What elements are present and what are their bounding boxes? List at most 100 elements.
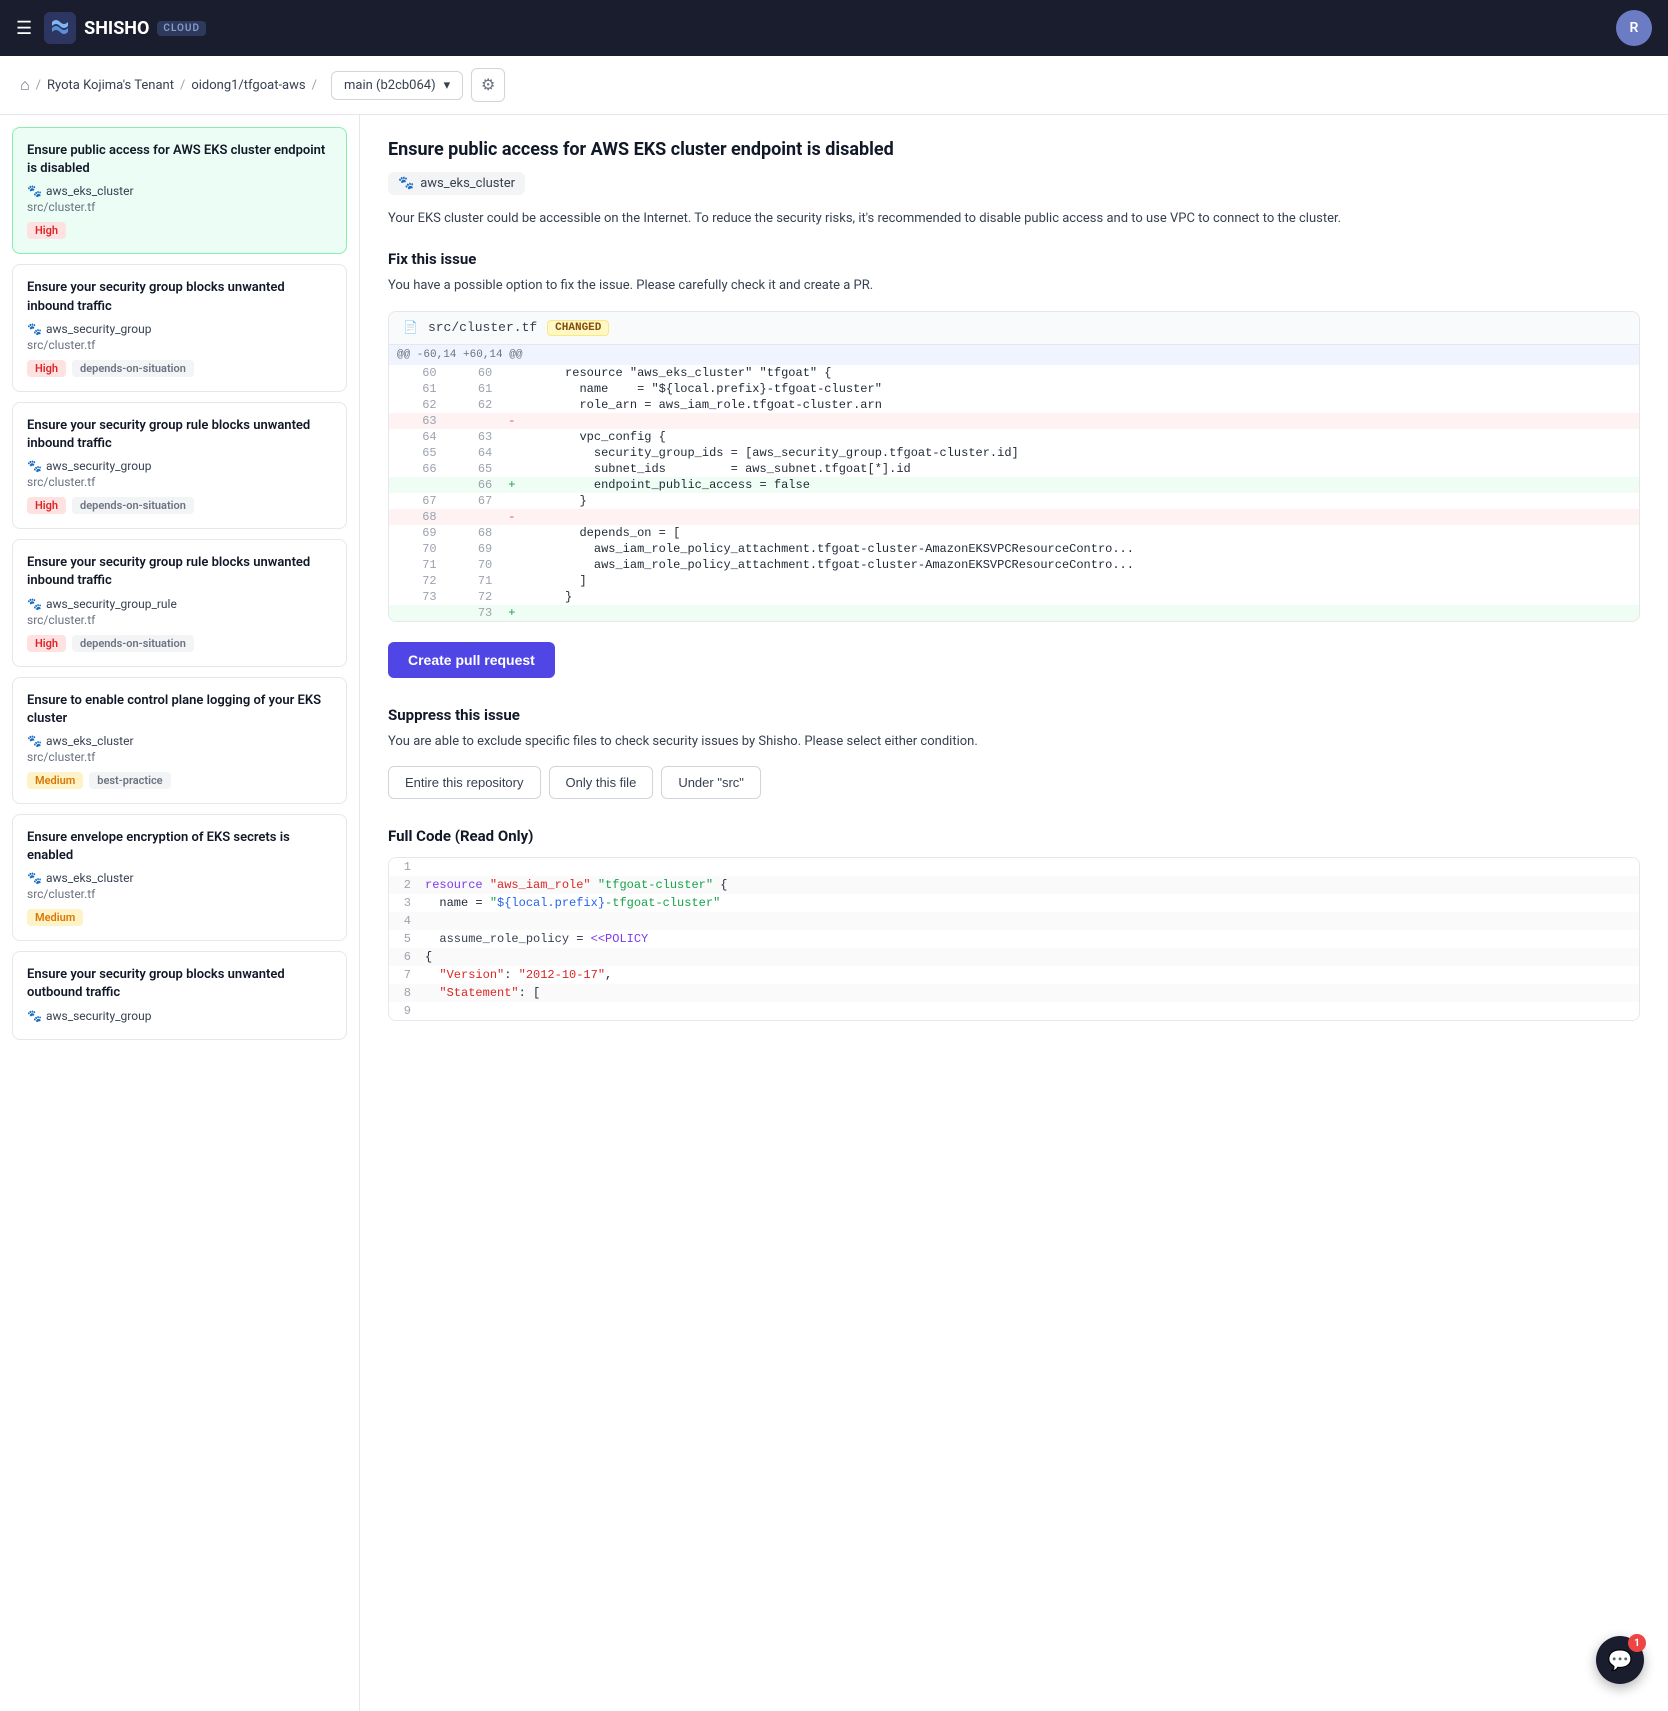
sidebar-issue-card-4[interactable]: Ensure to enable control plane logging o…	[12, 677, 347, 804]
old-line-num: 72	[389, 573, 445, 589]
sidebar-issue-card-1[interactable]: Ensure your security group blocks unwant…	[12, 264, 347, 391]
line-content: "Statement": [	[425, 986, 540, 1000]
new-line-num: 63	[445, 429, 501, 445]
badge-high: High	[27, 635, 66, 652]
issue-card-resource: 🐾 aws_security_group	[27, 1009, 332, 1023]
diff-row-8: 67 67 }	[389, 493, 1639, 509]
line-number: 7	[397, 968, 425, 982]
sidebar-issue-card-6[interactable]: Ensure your security group blocks unwant…	[12, 951, 347, 1039]
issue-card-file: src/cluster.tf	[27, 475, 332, 489]
diff-code: }	[543, 589, 1639, 605]
new-line-num: 72	[445, 589, 501, 605]
diff-code: name = "${local.prefix}-tfgoat-cluster"	[543, 381, 1639, 397]
issue-card-title: Ensure to enable control plane logging o…	[27, 692, 332, 728]
diff-code: }	[543, 493, 1639, 509]
diff-sign: +	[500, 605, 542, 621]
code-filename: src/cluster.tf	[428, 320, 537, 335]
old-line-num: 66	[389, 461, 445, 477]
badge-depends-on-situation: depends-on-situation	[72, 360, 194, 377]
branch-dropdown[interactable]: main (b2cb064) ▾	[331, 71, 463, 100]
suppress-btn-2[interactable]: Under "src"	[661, 766, 761, 799]
diff-row-1: 61 61 name = "${local.prefix}-tfgoat-clu…	[389, 381, 1639, 397]
user-avatar[interactable]: R	[1616, 10, 1652, 46]
old-line-num: 69	[389, 525, 445, 541]
resource-type-icon: 🐾	[27, 597, 42, 611]
old-line-num: 65	[389, 445, 445, 461]
resource-type-label: aws_security_group	[46, 1009, 152, 1023]
changed-badge: CHANGED	[547, 320, 609, 336]
diff-row-9: 68 -	[389, 509, 1639, 525]
issue-card-file: src/cluster.tf	[27, 338, 332, 352]
resource-type-label: aws_security_group	[46, 459, 152, 473]
suppress-btn-1[interactable]: Only this file	[549, 766, 654, 799]
code-diff-block: 📄 src/cluster.tf CHANGED @@ -60,14 +60,1…	[388, 311, 1640, 622]
diff-code: vpc_config {	[543, 429, 1639, 445]
new-line-num: 61	[445, 381, 501, 397]
old-line-num: 62	[389, 397, 445, 413]
issue-card-badges: High depends-on-situation	[27, 635, 332, 652]
chat-bubble[interactable]: 💬 1	[1596, 1636, 1644, 1684]
diff-sign	[500, 573, 542, 589]
diff-code: role_arn = aws_iam_role.tfgoat-cluster.a…	[543, 397, 1639, 413]
code-line-9: 9	[389, 1002, 1639, 1020]
new-line-num: 70	[445, 557, 501, 573]
issue-card-file: src/cluster.tf	[27, 200, 332, 214]
diff-row-10: 69 68 depends_on = [	[389, 525, 1639, 541]
issue-card-title: Ensure your security group blocks unwant…	[27, 966, 332, 1002]
old-line-num: 68	[389, 509, 445, 525]
breadcrumb-bar: ⌂ / Ryota Kojima's Tenant / oidong1/tfgo…	[0, 56, 1668, 115]
issue-card-resource: 🐾 aws_security_group	[27, 322, 332, 336]
file-icon: 📄	[403, 320, 418, 335]
create-pr-button[interactable]: Create pull request	[388, 642, 555, 678]
new-line-num: 71	[445, 573, 501, 589]
badge-medium: Medium	[27, 772, 83, 789]
diff-row-11: 70 69 aws_iam_role_policy_attachment.tfg…	[389, 541, 1639, 557]
repo-link[interactable]: oidong1/tfgoat-aws	[191, 78, 305, 93]
chat-icon: 💬	[1608, 1648, 1633, 1672]
issue-card-title: Ensure your security group blocks unwant…	[27, 279, 332, 315]
hamburger-icon[interactable]: ☰	[16, 18, 32, 39]
sidebar-issue-card-2[interactable]: Ensure your security group rule blocks u…	[12, 402, 347, 529]
line-content: {	[425, 950, 432, 964]
main-content: Ensure public access for AWS EKS cluster…	[360, 115, 1668, 1711]
issue-card-resource: 🐾 aws_eks_cluster	[27, 871, 332, 885]
new-line-num: 73	[445, 605, 501, 621]
diff-sign	[500, 557, 542, 573]
resource-type-icon: 🐾	[27, 459, 42, 473]
new-line-num: 65	[445, 461, 501, 477]
old-line-num: 73	[389, 589, 445, 605]
branch-selector: main (b2cb064) ▾ ⚙	[331, 68, 505, 102]
old-line-num: 71	[389, 557, 445, 573]
badge-best-practice: best-practice	[89, 772, 170, 789]
sidebar: Ensure public access for AWS EKS cluster…	[0, 115, 360, 1711]
issue-card-resource: 🐾 aws_eks_cluster	[27, 734, 332, 748]
tenant-link[interactable]: Ryota Kojima's Tenant	[47, 78, 174, 93]
logo: SHISHO CLOUD	[44, 12, 206, 44]
new-line-num: 68	[445, 525, 501, 541]
badge-depends-on-situation: depends-on-situation	[72, 635, 194, 652]
diff-sign	[500, 589, 542, 605]
new-line-num: 62	[445, 397, 501, 413]
fix-description: You have a possible option to fix the is…	[388, 276, 1640, 297]
diff-row-15: 73 +	[389, 605, 1639, 621]
line-content: assume_role_policy = <<POLICY	[425, 932, 648, 946]
sidebar-issue-card-5[interactable]: Ensure envelope encryption of EKS secret…	[12, 814, 347, 941]
settings-button[interactable]: ⚙	[471, 68, 505, 102]
line-number: 8	[397, 986, 425, 1000]
suppress-btn-0[interactable]: Entire this repository	[388, 766, 541, 799]
diff-row-3: 63 -	[389, 413, 1639, 429]
line-number: 4	[397, 914, 425, 928]
code-line-7: 7 "Version": "2012-10-17",	[389, 966, 1639, 984]
diff-row-12: 71 70 aws_iam_role_policy_attachment.tfg…	[389, 557, 1639, 573]
badge-depends-on-situation: depends-on-situation	[72, 497, 194, 514]
sidebar-issue-card-3[interactable]: Ensure your security group rule blocks u…	[12, 539, 347, 666]
sidebar-issue-card-0[interactable]: Ensure public access for AWS EKS cluster…	[12, 127, 347, 254]
resource-icon: 🐾	[398, 176, 414, 191]
line-number: 1	[397, 860, 425, 874]
badge-high: High	[27, 360, 66, 377]
suppress-buttons: Entire this repositoryOnly this fileUnde…	[388, 766, 1640, 799]
diff-sign	[500, 525, 542, 541]
diff-row-7: 66 + endpoint_public_access = false	[389, 477, 1639, 493]
home-icon[interactable]: ⌂	[20, 75, 30, 95]
diff-code: endpoint_public_access = false	[543, 477, 1639, 493]
